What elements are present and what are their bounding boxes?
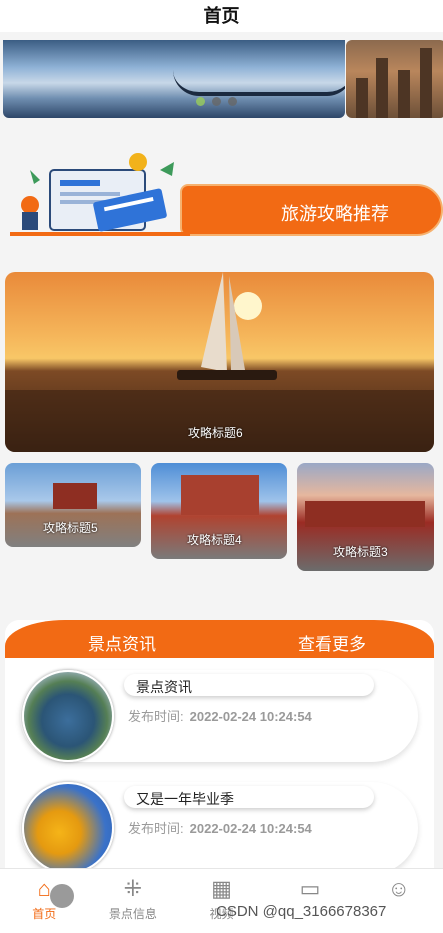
news-header <box>5 620 434 658</box>
carousel-dot[interactable] <box>196 97 205 106</box>
travel-illustration-icon <box>21 153 174 232</box>
guide-card[interactable]: 攻略标题5 <box>5 463 141 547</box>
news-item[interactable]: 又是一年毕业季 发布时间: 2022-02-24 10:24:54 <box>20 782 418 874</box>
temple-shape <box>53 483 97 509</box>
news-item-title: 又是一年毕业季 <box>136 791 234 807</box>
building-shape <box>398 70 410 118</box>
floating-button[interactable] <box>50 884 74 908</box>
building-shape <box>376 58 388 118</box>
news-section-title: 景点资讯 <box>88 635 156 654</box>
news-item-title: 景点资讯 <box>136 679 192 695</box>
guide-card-title: 攻略标题6 <box>188 426 243 440</box>
tab-video[interactable]: ▦ 视频 <box>177 869 266 933</box>
news-time: 发布时间: 2022-02-24 10:24:54 <box>128 818 312 837</box>
news-title-pill: 又是一年毕业季 <box>124 786 374 808</box>
news-title-pill: 景点资讯 <box>124 674 374 696</box>
banner-carousel[interactable] <box>3 40 443 118</box>
grid-icon: ⁜ <box>123 876 143 901</box>
tab-profile[interactable]: ☺ <box>354 869 443 933</box>
banner-slide-city[interactable] <box>346 40 443 118</box>
top-header: 首页 <box>0 0 443 32</box>
guide-card[interactable]: 攻略标题6 <box>5 272 434 452</box>
time-value: 2022-02-24 10:24:54 <box>189 821 312 836</box>
time-label: 发布时间: <box>128 709 184 724</box>
tab-home[interactable]: ⌂ 首页 <box>0 869 89 933</box>
bridge-shape <box>173 70 345 96</box>
user-icon: ☺ <box>387 876 410 901</box>
time-label: 发布时间: <box>128 821 184 836</box>
promo-label: 旅游攻略推荐 <box>281 204 389 224</box>
carousel-dot[interactable] <box>212 97 221 106</box>
video-icon: ▦ <box>211 876 232 901</box>
news-thumbnail <box>22 670 114 762</box>
page-title: 首页 <box>203 6 240 26</box>
guide-card[interactable]: 攻略标题3 <box>297 463 434 571</box>
view-more-link[interactable]: 查看更多 <box>298 630 366 655</box>
chat-icon: ▭ <box>299 876 321 901</box>
guide-card-title: 攻略标题3 <box>333 545 388 559</box>
news-thumbnail <box>22 782 114 874</box>
palace-shape <box>305 501 425 527</box>
gate-shape <box>181 475 259 515</box>
watermark: CSDN @qq_3166678367 <box>216 903 387 920</box>
news-time: 发布时间: 2022-02-24 10:24:54 <box>128 706 312 725</box>
guide-card-title: 攻略标题5 <box>43 521 98 535</box>
tab-attractions[interactable]: ⁜ 景点信息 <box>89 869 178 933</box>
carousel-dots <box>196 97 237 106</box>
building-shape <box>420 48 432 118</box>
guide-card-title: 攻略标题4 <box>187 533 242 547</box>
building-shape <box>356 78 368 118</box>
tab-messages[interactable]: ▭ <box>266 869 355 933</box>
banner-slide-bridge[interactable] <box>3 40 345 118</box>
guide-section-header[interactable]: 旅游攻略推荐 <box>10 150 443 240</box>
carousel-dot[interactable] <box>228 97 237 106</box>
guide-card[interactable]: 攻略标题4 <box>151 463 287 559</box>
tab-label: 景点信息 <box>108 907 157 921</box>
time-value: 2022-02-24 10:24:54 <box>189 709 312 724</box>
news-item[interactable]: 景点资讯 发布时间: 2022-02-24 10:24:54 <box>20 670 418 762</box>
tab-label: 首页 <box>32 907 57 921</box>
